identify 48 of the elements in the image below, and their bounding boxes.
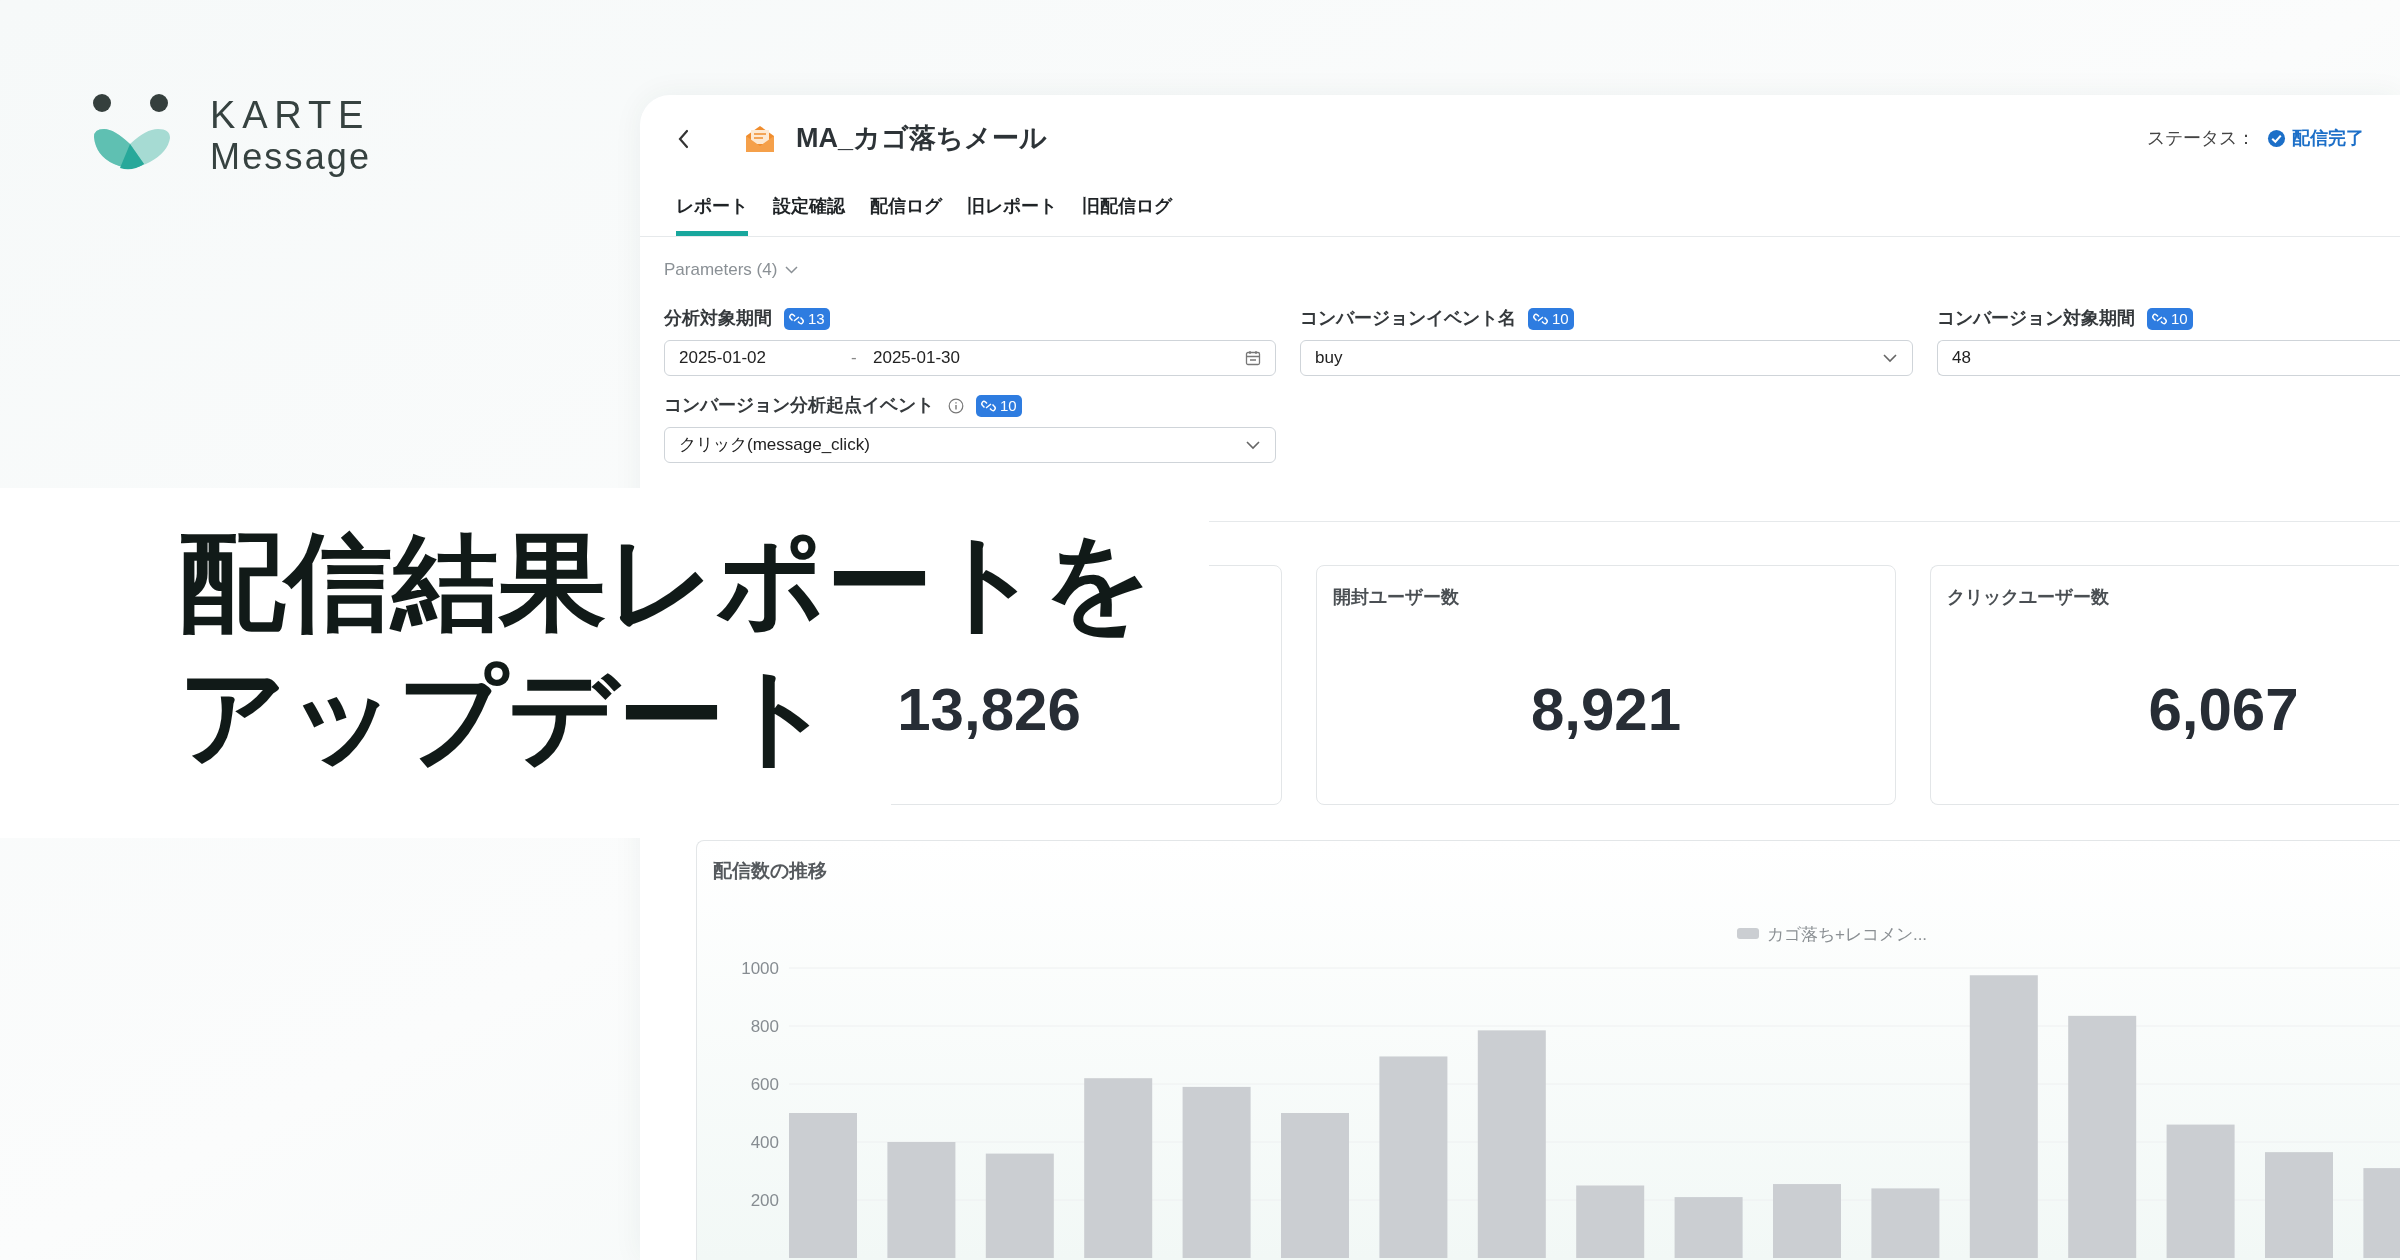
field-label: 分析対象期間 [664,307,772,331]
tab[interactable]: 旧レポート [967,182,1057,237]
metric-label: 開封ユーザー数 [1333,586,1459,609]
field-label: コンバージョン分析起点イベント [664,394,934,418]
metric-label: クリックユーザー数 [1947,586,2109,609]
axis-tick-label: 400 [750,1133,779,1152]
product-name: Message [210,137,372,177]
status-text: 配信完了 [2292,127,2364,151]
bar [1674,1197,1743,1258]
link-badge: 10 [1528,307,1574,330]
select-field[interactable]: buy [1300,339,1913,376]
input-field[interactable]: 48 [1937,339,2400,376]
tab[interactable]: レポート [676,182,748,237]
envelope-icon [744,123,776,154]
brand-name: KARTE [210,93,372,137]
link-badge: 10 [976,394,1022,417]
link-icon [1533,312,1548,325]
metric-value: 6,067 [2148,675,2299,745]
axis-tick-label: 200 [750,1191,779,1210]
link-icon [981,399,996,412]
tab[interactable]: 旧配信ログ [1082,182,1172,237]
chevron-down-icon [1245,439,1261,450]
link-icon [789,312,804,325]
legend-swatch [1737,928,1759,939]
tab[interactable]: 配信ログ [870,182,942,237]
link-icon [2152,312,2167,325]
axis-tick-label: 800 [750,1017,779,1036]
chevron-down-icon [1882,352,1898,363]
axis-tick-label: 1000 [741,959,779,978]
page-title: MA_カゴ落ちメール [796,122,1047,156]
select-field[interactable]: クリック(message_click) [664,426,1276,463]
chart-title: 配信数の推移 [712,859,828,883]
field-label: コンバージョン対象期間 [1937,307,2135,331]
link-badge: 13 [784,307,830,330]
check-circle-icon [2267,129,2286,149]
link-badge: 10 [2147,307,2193,330]
calendar-icon [1245,349,1261,366]
date-range-field[interactable]: 2025-01-02 - 2025-01-30 [664,339,1276,376]
field-label: コンバージョンイベント名 [1300,307,1516,331]
back-icon[interactable] [676,127,690,150]
metric-value: 8,921 [1530,675,1682,745]
metric-value: 13,826 [897,675,1081,745]
legend-label: カゴ落ち+レコメン... [1767,925,1928,944]
axis-tick-label: 600 [750,1075,779,1094]
status-label: ステータス： [2147,127,2255,151]
tab[interactable]: 設定確認 [773,182,845,237]
bar [1871,1188,1940,1258]
chevron-down-icon [785,266,799,275]
